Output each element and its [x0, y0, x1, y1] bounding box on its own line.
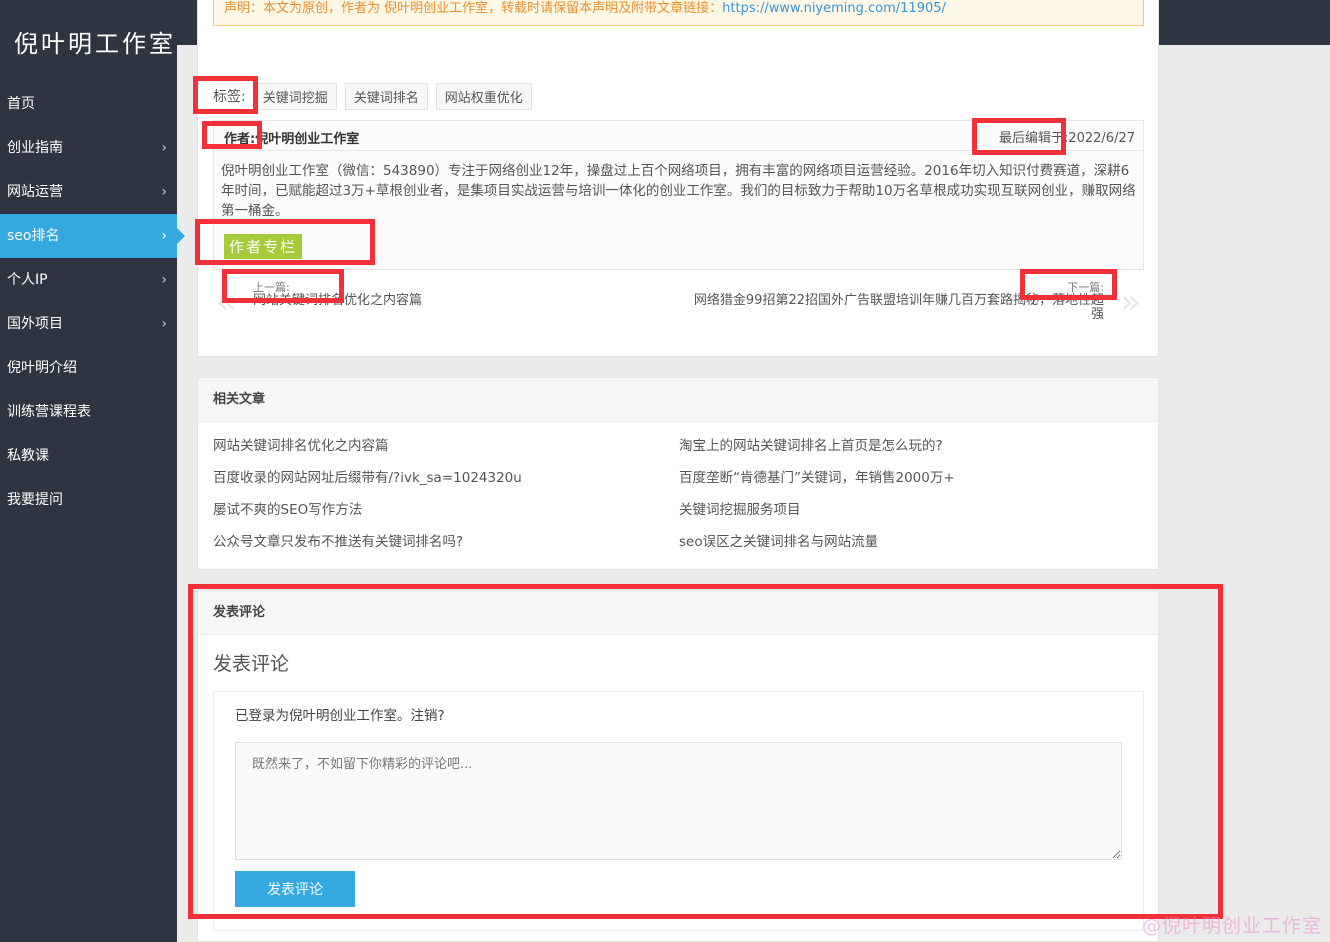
site-logo[interactable]: 倪叶明工作室: [14, 24, 176, 59]
sidebar-item-ask-question[interactable]: 我要提问: [0, 478, 177, 522]
last-edited-label: 最后编辑于:: [998, 131, 1069, 146]
tag-list: 标签: 关键词挖掘 关键词排名 网站权重优化: [213, 82, 540, 110]
author-box: 作者:倪叶明创业工作室 最后编辑于:2022/6/27 倪叶明创业工作室（微信：…: [213, 120, 1144, 270]
sidebar-item-label: 个人IP: [7, 272, 48, 288]
sidebar: 倪叶明工作室 首页 创业指南 › 网站运营 › seo排名 › 个人IP › 国外项目 ›…: [0, 0, 185, 942]
sidebar-item-site-operation[interactable]: 网站运营 ›: [0, 170, 177, 214]
chevron-right-icon: ›: [161, 316, 167, 332]
sidebar-item-home[interactable]: 首页: [0, 82, 177, 126]
logged-in-status: 已登录为倪叶明创业工作室。注销?: [235, 704, 445, 724]
related-article-link[interactable]: 屡试不爽的SEO写作方法: [213, 498, 362, 518]
logout-link[interactable]: 注销?: [411, 708, 445, 724]
chevron-right-icon: ›: [161, 272, 167, 288]
sidebar-item-label: 首页: [7, 96, 35, 112]
related-article-link[interactable]: seo误区之关键词排名与网站流量: [679, 530, 878, 550]
next-post-title: 网络猎金99招第22招国外广告联盟培训年赚几百万套路揭秘，落地性超强: [693, 293, 1104, 322]
comment-textarea[interactable]: [235, 742, 1122, 860]
related-article-link[interactable]: 百度垄断“肯德基门”关键词，年销售2000万+: [679, 466, 955, 486]
related-articles-title: 相关文章: [198, 378, 1158, 422]
author-description: 倪叶明创业工作室（微信：543890）专注于网络创业12年，操盘过上百个网络项目…: [221, 163, 1136, 219]
sidebar-item-foreign-projects[interactable]: 国外项目 ›: [0, 302, 177, 346]
chevron-right-icon: ›: [161, 140, 167, 156]
related-article-link[interactable]: 淘宝上的网站关键词排名上首页是怎么玩的?: [679, 434, 943, 454]
logged-in-text: 已登录为倪叶明创业工作室。: [235, 708, 411, 724]
sidebar-item-personal-ip[interactable]: 个人IP ›: [0, 258, 177, 302]
comment-card: 发表评论 发表评论 已登录为倪叶明创业工作室。注销? 发表评论: [197, 590, 1159, 942]
next-post-link[interactable]: 下一篇: 网络猎金99招第22招国外广告联盟培训年赚几百万套路揭秘，落地性超强: [684, 282, 1104, 322]
author-name[interactable]: 倪叶明创业工作室: [255, 132, 359, 147]
watermark: @倪叶明创业工作室: [1141, 915, 1322, 937]
author-column-button[interactable]: 作者专栏: [224, 234, 303, 259]
submit-comment-button[interactable]: 发表评论: [235, 871, 355, 907]
comment-form: 已登录为倪叶明创业工作室。注销? 发表评论: [213, 691, 1144, 931]
author-box-header: 作者:倪叶明创业工作室 最后编辑于:2022/6/27: [214, 121, 1143, 151]
author-label: 作者:: [224, 132, 256, 147]
related-article-link[interactable]: 关键词挖掘服务项目: [679, 498, 801, 518]
related-articles-card: 相关文章 网站关键词排名优化之内容篇 淘宝上的网站关键词排名上首页是怎么玩的? …: [197, 377, 1159, 570]
tag-item[interactable]: 关键词挖掘: [253, 82, 337, 110]
sidebar-item-private-lessons[interactable]: 私教课: [0, 434, 177, 478]
related-article-link[interactable]: 公众号文章只发布不推送有关键词排名吗?: [213, 530, 463, 550]
chevron-right-icon: ›: [161, 228, 167, 244]
article-footer-card: 声明：本文为原创，作者为 倪叶明创业工作室，转载时请保留本声明及附带文章链接：h…: [197, 0, 1159, 357]
tag-item[interactable]: 网站权重优化: [435, 82, 532, 110]
sidebar-item-startup-guide[interactable]: 创业指南 ›: [0, 126, 177, 170]
sidebar-nav: 首页 创业指南 › 网站运营 › seo排名 › 个人IP › 国外项目 › 倪叶明介绍 …: [0, 82, 185, 522]
author-info: 作者:倪叶明创业工作室: [224, 128, 359, 147]
sidebar-item-label: 我要提问: [7, 492, 63, 508]
sidebar-item-label: 国外项目: [7, 316, 63, 332]
comment-section-title: 发表评论: [198, 591, 1158, 635]
related-article-link[interactable]: 网站关键词排名优化之内容篇: [213, 434, 389, 454]
sidebar-item-label: 网站运营: [7, 184, 63, 200]
sidebar-item-training-schedule[interactable]: 训练营课程表: [0, 390, 177, 434]
sidebar-item-label: 训练营课程表: [7, 404, 91, 420]
copyright-notice-text: 声明：本文为原创，作者为 倪叶明创业工作室，转载时请保留本声明及附带文章链接：: [224, 1, 723, 16]
tag-item[interactable]: 关键词排名: [344, 82, 428, 110]
copyright-notice: 声明：本文为原创，作者为 倪叶明创业工作室，转载时请保留本声明及附带文章链接：h…: [213, 0, 1144, 26]
double-chevron-left-icon: «: [216, 282, 237, 322]
sidebar-item-label: seo排名: [7, 228, 60, 244]
sidebar-item-about[interactable]: 倪叶明介绍: [0, 346, 177, 390]
last-edited-date: 2022/6/27: [1068, 131, 1135, 146]
sidebar-item-label: 私教课: [7, 448, 49, 464]
previous-post-title: 网站关键词排名优化之内容篇: [253, 293, 423, 308]
previous-post-link[interactable]: 上一篇: 网站关键词排名优化之内容篇: [253, 282, 422, 308]
post-navigation: « 上一篇: 网站关键词排名优化之内容篇 下一篇: 网络猎金99招第22招国外广…: [213, 282, 1144, 332]
sidebar-item-seo-ranking[interactable]: seo排名 ›: [0, 214, 185, 258]
related-article-link[interactable]: 百度收录的网站网址后缀带有/?ivk_sa=1024320u: [213, 466, 522, 486]
sidebar-item-label: 创业指南: [7, 140, 63, 156]
sidebar-item-label: 倪叶明介绍: [7, 360, 77, 376]
double-chevron-right-icon: »: [1120, 282, 1141, 322]
last-edited: 最后编辑于:2022/6/27: [999, 127, 1135, 146]
tags-label: 标签:: [213, 89, 246, 105]
comment-form-title: 发表评论: [213, 653, 290, 675]
chevron-right-icon: ›: [161, 184, 167, 200]
article-link[interactable]: https://www.niyeming.com/11905/: [722, 1, 946, 16]
